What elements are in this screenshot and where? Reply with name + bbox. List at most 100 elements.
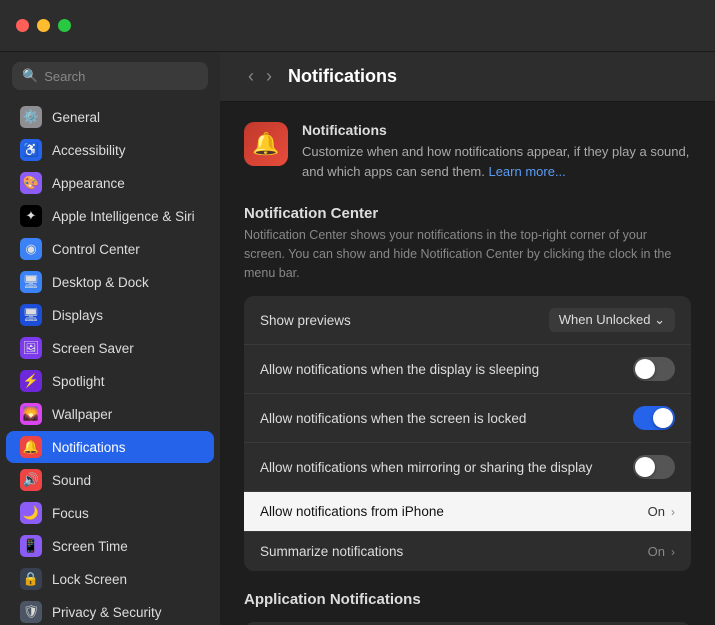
row-label-show-previews: Show previews xyxy=(260,313,351,328)
maximize-button[interactable] xyxy=(58,19,71,32)
row-label-allow-iphone: Allow notifications from iPhone xyxy=(260,504,444,519)
sidebar-item-focus[interactable]: 🌙 Focus xyxy=(6,497,214,529)
content-panel: ‹ › Notifications 🔔 Notifications Custom… xyxy=(220,52,715,625)
sidebar-item-notifications[interactable]: 🔔 Notifications xyxy=(6,431,214,463)
sidebar-item-label-desktop-dock: Desktop & Dock xyxy=(52,275,149,290)
close-button[interactable] xyxy=(16,19,29,32)
sidebar-item-control-center[interactable]: ◉ Control Center xyxy=(6,233,214,265)
sidebar-item-label-general: General xyxy=(52,110,100,125)
chevron-icon-allow-iphone: › xyxy=(671,505,675,519)
appearance-icon: 🎨 xyxy=(20,172,42,194)
row-label-allow-sleeping: Allow notifications when the display is … xyxy=(260,362,539,377)
row-right-allow-iphone: On › xyxy=(648,504,675,519)
general-icon: ⚙️ xyxy=(20,106,42,128)
sidebar-item-label-lock-screen: Lock Screen xyxy=(52,572,127,587)
main-layout: 🔍 ⚙️ General ♿ Accessibility 🎨 Appearance ✦ App… xyxy=(0,52,715,625)
row-right-allow-locked xyxy=(633,406,675,430)
settings-row-show-previews[interactable]: Show previews When Unlocked ⌄ xyxy=(244,296,691,345)
screen-saver-icon: 🖼 xyxy=(20,337,42,359)
sidebar-item-label-notifications: Notifications xyxy=(52,440,126,455)
focus-icon: 🌙 xyxy=(20,502,42,524)
app-notifications-title: Application Notifications xyxy=(244,591,691,608)
row-value-allow-iphone: On xyxy=(648,504,665,519)
sidebar-item-sound[interactable]: 🔊 Sound xyxy=(6,464,214,496)
sidebar: 🔍 ⚙️ General ♿ Accessibility 🎨 Appearance ✦ App… xyxy=(0,52,220,625)
settings-row-allow-mirroring[interactable]: Allow notifications when mirroring or sh… xyxy=(244,443,691,492)
sidebar-items-container: ⚙️ General ♿ Accessibility 🎨 Appearance ✦ Apple… xyxy=(0,100,220,625)
learn-more-link[interactable]: Learn more... xyxy=(488,164,565,179)
row-label-allow-locked: Allow notifications when the screen is l… xyxy=(260,411,526,426)
sidebar-item-apple-intelligence-siri[interactable]: ✦ Apple Intelligence & Siri xyxy=(6,200,214,232)
search-input[interactable] xyxy=(44,69,198,84)
sidebar-item-displays[interactable]: 🖥 Displays xyxy=(6,299,214,331)
sidebar-item-screen-saver[interactable]: 🖼 Screen Saver xyxy=(6,332,214,364)
notifications-icon: 🔔 xyxy=(20,436,42,458)
displays-icon: 🖥 xyxy=(20,304,42,326)
sidebar-item-label-focus: Focus xyxy=(52,506,89,521)
notification-center-desc: Notification Center shows your notificat… xyxy=(244,226,691,282)
sidebar-item-desktop-dock[interactable]: 🖥 Desktop & Dock xyxy=(6,266,214,298)
sidebar-item-screen-time[interactable]: 📱 Screen Time xyxy=(6,530,214,562)
row-right-show-previews: When Unlocked ⌄ xyxy=(549,308,675,332)
sidebar-item-appearance[interactable]: 🎨 Appearance xyxy=(6,167,214,199)
sidebar-item-label-apple-intelligence-siri: Apple Intelligence & Siri xyxy=(52,209,195,224)
settings-row-allow-sleeping[interactable]: Allow notifications when the display is … xyxy=(244,345,691,394)
traffic-lights xyxy=(16,19,71,32)
minimize-button[interactable] xyxy=(37,19,50,32)
sidebar-item-label-accessibility: Accessibility xyxy=(52,143,126,158)
row-label-allow-mirroring: Allow notifications when mirroring or sh… xyxy=(260,460,592,475)
sidebar-item-general[interactable]: ⚙️ General xyxy=(6,101,214,133)
sound-icon: 🔊 xyxy=(20,469,42,491)
nav-buttons: ‹ › xyxy=(244,66,276,87)
screen-time-icon: 📱 xyxy=(20,535,42,557)
sidebar-item-label-spotlight: Spotlight xyxy=(52,374,105,389)
apple-intelligence-siri-icon: ✦ xyxy=(20,205,42,227)
spotlight-icon: ⚡ xyxy=(20,370,42,392)
notif-header-card: 🔔 Notifications Customize when and how n… xyxy=(244,122,691,181)
sidebar-item-wallpaper[interactable]: 🌄Wallpaper xyxy=(6,398,214,430)
settings-row-allow-iphone[interactable]: Allow notifications from iPhone On › xyxy=(244,492,691,532)
lock-screen-icon: 🔒 xyxy=(20,568,42,590)
row-value-summarize: On xyxy=(648,544,665,559)
settings-list: Show previews When Unlocked ⌄ Allow notifi… xyxy=(244,296,691,571)
sidebar-item-label-appearance: Appearance xyxy=(52,176,125,191)
sidebar-item-privacy-security[interactable]: 🛡 Privacy & Security xyxy=(6,596,214,625)
sidebar-item-accessibility[interactable]: ♿ Accessibility xyxy=(6,134,214,166)
desktop-dock-icon: 🖥 xyxy=(20,271,42,293)
sidebar-item-label-displays: Displays xyxy=(52,308,103,323)
toggle-allow-mirroring[interactable] xyxy=(633,455,675,479)
row-label-summarize: Summarize notifications xyxy=(260,544,403,559)
notification-center-title: Notification Center xyxy=(244,205,691,222)
wallpaper-icon: 🌄 xyxy=(20,403,42,425)
sidebar-item-label-privacy-security: Privacy & Security xyxy=(52,605,162,620)
chevron-icon-summarize: › xyxy=(671,545,675,559)
settings-row-summarize[interactable]: Summarize notifications On › xyxy=(244,532,691,571)
row-right-summarize: On › xyxy=(648,544,675,559)
search-bar[interactable]: 🔍 xyxy=(12,62,208,90)
row-right-allow-mirroring xyxy=(633,455,675,479)
sidebar-item-label-screen-time: Screen Time xyxy=(52,539,128,554)
accessibility-icon: ♿ xyxy=(20,139,42,161)
sidebar-item-label-sound: Sound xyxy=(52,473,91,488)
back-button[interactable]: ‹ xyxy=(244,66,258,87)
notifications-app-icon: 🔔 xyxy=(244,122,288,166)
search-icon: 🔍 xyxy=(22,68,38,84)
content-header: ‹ › Notifications xyxy=(220,52,715,102)
toggle-allow-locked[interactable] xyxy=(633,406,675,430)
sidebar-item-label-screen-saver: Screen Saver xyxy=(52,341,134,356)
sidebar-item-lock-screen[interactable]: 🔒 Lock Screen xyxy=(6,563,214,595)
sidebar-item-label-control-center: Control Center xyxy=(52,242,140,257)
sidebar-item-spotlight[interactable]: ⚡ Spotlight xyxy=(6,365,214,397)
settings-row-allow-locked[interactable]: Allow notifications when the screen is l… xyxy=(244,394,691,443)
control-center-icon: ◉ xyxy=(20,238,42,260)
notif-header-title: Notifications xyxy=(302,122,691,138)
toggle-allow-sleeping[interactable] xyxy=(633,357,675,381)
content-body: 🔔 Notifications Customize when and how n… xyxy=(220,102,715,625)
app-notifications-section: Application Notifications 🛍App StoreOff›… xyxy=(244,591,691,625)
privacy-security-icon: 🛡 xyxy=(20,601,42,623)
titlebar xyxy=(0,0,715,52)
dropdown-show-previews[interactable]: When Unlocked ⌄ xyxy=(549,308,675,332)
notif-description: Notifications Customize when and how not… xyxy=(302,122,691,181)
forward-button[interactable]: › xyxy=(262,66,276,87)
notif-desc-text: Customize when and how notifications app… xyxy=(302,142,691,181)
